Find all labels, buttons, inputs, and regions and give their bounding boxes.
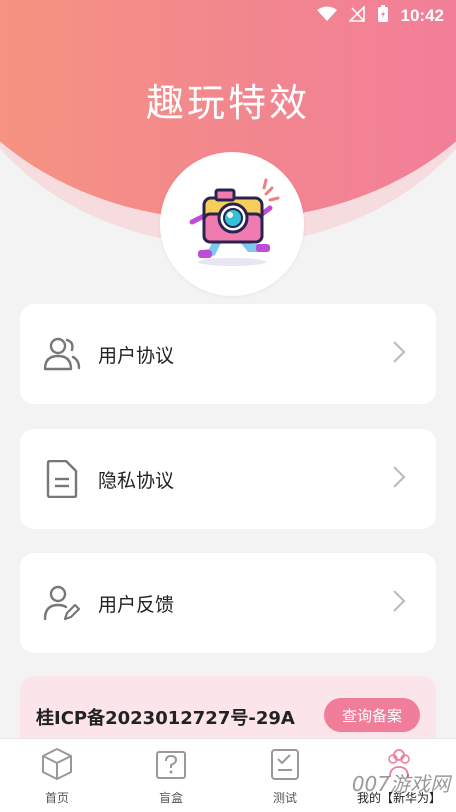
watermark: 007游戏网 <box>351 772 450 796</box>
icp-number: 桂ICP备2023012727号-29A <box>36 708 295 729</box>
tab-test[interactable]: 测试 <box>228 739 342 812</box>
question-box-icon <box>154 747 188 785</box>
status-time: 10:42 <box>400 6 444 25</box>
menu-item-user-feedback[interactable]: 用户反馈 <box>20 553 436 653</box>
tab-label: 盲盒 <box>158 791 183 805</box>
tab-blind-box[interactable]: 盲盒 <box>114 739 228 812</box>
battery-icon <box>377 5 389 27</box>
menu-item-label: 用户协议 <box>98 344 175 367</box>
chevron-right-icon <box>392 340 406 368</box>
chevron-right-icon <box>392 465 406 493</box>
app-logo <box>160 152 304 296</box>
menu-item-label: 用户反馈 <box>98 593 175 616</box>
no-signal-icon <box>347 5 365 26</box>
users-icon <box>42 334 82 374</box>
app-title: 趣玩特效 <box>145 81 310 125</box>
user-edit-icon <box>42 583 82 623</box>
menu-item-user-agreement[interactable]: 用户协议 <box>20 304 436 404</box>
checklist-icon <box>268 747 302 785</box>
cube-icon <box>40 747 74 785</box>
wifi-icon <box>316 6 337 26</box>
walking-camera-icon <box>189 178 280 266</box>
chevron-right-icon <box>392 589 406 617</box>
status-bar: 10:42 <box>0 0 456 32</box>
tab-label: 测试 <box>272 791 297 805</box>
menu-item-privacy-agreement[interactable]: 隐私协议 <box>20 429 436 529</box>
tab-home[interactable]: 首页 <box>0 739 114 812</box>
menu-item-label: 隐私协议 <box>98 469 175 492</box>
document-icon <box>42 459 82 499</box>
tab-label: 首页 <box>44 791 69 805</box>
query-record-button[interactable]: 查询备案 <box>323 698 420 732</box>
